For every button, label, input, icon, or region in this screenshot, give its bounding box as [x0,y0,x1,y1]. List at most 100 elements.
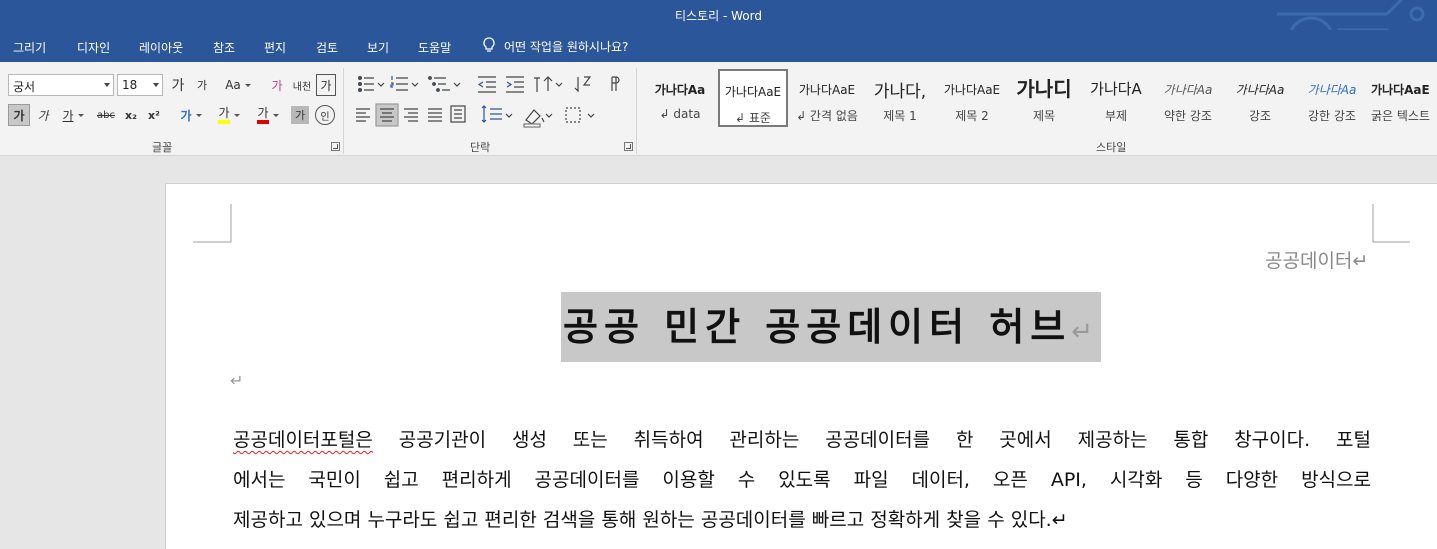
style-subtle-emphasis[interactable]: 가나다Aa 약한 강조 [1153,69,1223,127]
style-no-spacing[interactable]: 가나다AaE ↲ 간격 없음 [791,69,863,127]
style-sample: 가나다AaE [1371,83,1430,97]
style-heading-1[interactable]: 가나다, 제목 1 [865,69,935,127]
text-direction-icon [534,76,553,92]
style-name: 굵은 텍스트 [1371,109,1431,123]
subscript-button[interactable]: x₂ [121,104,141,126]
style-normal[interactable]: 가나다AaE ↲ 표준 [718,69,788,127]
group-separator [636,68,637,154]
font-color-button[interactable]: 가 [251,104,285,126]
chevron-down-icon[interactable] [104,83,110,87]
style-sample: 가나다A [1090,80,1142,98]
style-name: ↲ 간격 없음 [796,109,858,123]
decrease-indent-icon [477,76,496,93]
chevron-down-icon [411,82,419,87]
crop-mark-top-left [193,204,232,243]
style-title[interactable]: 가나디 제목 [1009,69,1079,127]
text-effects-icon: 가 [180,108,192,123]
distributed-icon [450,105,466,123]
paragraph-controls[interactable] [350,72,640,134]
style-intense-emphasis[interactable]: 가나다Aa 강한 강조 [1297,69,1367,127]
body-paragraph[interactable]: 공공데이터포털은 공공기관이 생성 또는 취득하여 관리하는 공공데이터를 한 … [233,420,1371,540]
sort-icon [574,76,592,93]
style-sample: 가나다Aa [1307,83,1357,97]
superscript-button[interactable]: x² [144,104,164,126]
document-title[interactable]: 공공 민간 공공데이터 허브↵ [561,292,1102,362]
underline-icon: 가 [62,108,74,123]
tab-references[interactable]: 참조 [213,39,235,56]
tab-draw[interactable]: 그리기 [13,39,46,56]
font-name-combo[interactable]: 궁서 [8,74,114,96]
chevron-down-icon [453,82,461,87]
font-dialog-launcher[interactable] [331,142,340,151]
grow-font-icon: 가 [171,78,185,94]
style-sample: 가나다Aa [1163,83,1213,97]
enclose-characters-icon: 인 [320,111,330,123]
tell-me-text: 어떤 작업을 원하시나요? [504,40,629,54]
enclose-characters-button[interactable]: 인 [315,105,335,125]
eraser-icon: 가 [271,78,283,93]
superscript-icon: x² [148,108,160,122]
chevron-down-icon[interactable] [153,83,159,87]
shrink-font-button[interactable]: 가 [192,74,212,96]
style-emphasis[interactable]: 가나다Aa 강조 [1225,69,1295,127]
strikethrough-button[interactable]: abc [94,104,118,126]
grow-font-button[interactable]: 가 [168,74,188,96]
character-border-button[interactable]: 가 [316,74,336,96]
style-strong[interactable]: 가나다AaE 굵은 텍스트 [1369,69,1437,127]
ribbon: 궁서 18 가 가 Aa 가 내천 가 가 가 가 abc x₂ x² 가 가 … [0,62,1437,156]
bold-icon: 가 [13,108,25,123]
styles-gallery: 가나다Aa ↲ data 가나다AaE ↲ 표준 가나다AaE ↲ 간격 없음 … [645,69,1437,129]
body-line-3: 제공하고 있으며 누구라도 쉽고 편리한 검색을 통해 원하는 공공데이터를 빠… [233,509,1068,531]
window-title: 티스토리 - Word [675,9,762,23]
styles-group-label: 스타일 [1096,141,1127,154]
empty-paragraph-mark[interactable]: ↵ [230,371,243,390]
show-marks-icon [611,76,620,91]
paragraph-mark: ↵ [1071,317,1100,347]
style-sample: 가나디 [1016,77,1072,101]
underline-button[interactable]: 가 [56,104,90,126]
font-size-value: 18 [122,78,138,92]
style-data[interactable]: 가나다Aa ↲ data [645,69,715,127]
bullets-icon [358,75,374,93]
style-sample: 가나다AaE [798,83,856,97]
body-line-2: 에서는 국민이 쉽고 편리하게 공공데이터를 이용할 수 있도록 파일 데이터,… [233,469,1371,491]
italic-button[interactable]: 가 [33,104,53,126]
tab-layout[interactable]: 레이아웃 [139,39,183,56]
style-heading-2[interactable]: 가나다AaE 제목 2 [937,69,1007,127]
tab-mailings[interactable]: 편지 [264,39,286,56]
clear-formatting-button[interactable]: 가 [266,74,288,96]
tell-me-box[interactable]: 어떤 작업을 원하시나요? [482,37,628,56]
text-effects-button[interactable]: 가 [174,104,208,126]
chevron-down-icon [545,113,553,118]
align-right-icon [404,108,418,122]
spelling-error-word[interactable]: 공공데이터포털은 [233,429,373,451]
character-shading-button[interactable]: 가 [291,106,309,124]
tab-review[interactable]: 검토 [316,39,338,56]
change-case-icon: Aa [225,78,241,92]
style-sample: 가나다AaE [943,83,1001,97]
strikethrough-icon: abc [97,109,115,121]
group-separator [343,68,344,154]
phonetic-guide-button[interactable]: 내천 [291,74,313,96]
tab-help[interactable]: 도움말 [418,39,451,56]
page-header-text[interactable]: 공공데이터↵ [1265,246,1368,273]
shrink-font-icon: 가 [196,79,208,92]
paragraph-dialog-launcher[interactable] [624,142,633,151]
change-case-button[interactable]: Aa [221,74,255,96]
highlight-button[interactable]: 가 [212,104,246,126]
align-left-icon [356,108,370,122]
style-subtitle[interactable]: 가나다A 부제 [1081,69,1151,127]
tab-view[interactable]: 보기 [367,39,389,56]
tab-design[interactable]: 디자인 [77,39,110,56]
style-sample: 가나다Aa [1235,83,1285,97]
title-bar: 티스토리 - Word [0,0,1437,30]
font-size-combo[interactable]: 18 [117,74,163,96]
style-name: 강조 [1248,109,1272,123]
style-name: 제목 [1032,109,1056,123]
paragraph-group-label: 단락 [470,141,491,154]
highlighter-icon: 가 [218,106,230,124]
bold-button[interactable]: 가 [8,104,30,126]
style-sample: 가나다AaE [724,85,782,99]
justify-icon [428,108,442,122]
style-sample: 가나다, [873,82,927,102]
